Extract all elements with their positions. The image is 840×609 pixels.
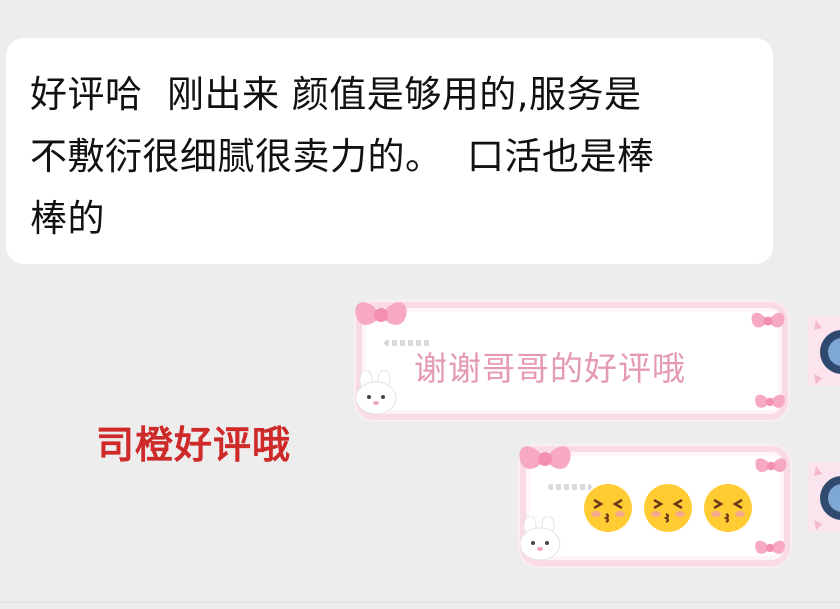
pink-bow-icon bbox=[755, 394, 785, 408]
avatar-image bbox=[808, 462, 840, 532]
pink-bow-icon bbox=[755, 458, 787, 473]
pink-bow-icon bbox=[751, 312, 785, 328]
bunny-icon bbox=[519, 516, 561, 561]
divider bbox=[0, 602, 840, 603]
pink-bow-icon bbox=[755, 540, 785, 554]
bunny-icon bbox=[355, 370, 397, 415]
pink-bow-icon bbox=[355, 302, 407, 325]
sender-avatar[interactable] bbox=[808, 316, 840, 386]
pearl-string-decoration bbox=[548, 484, 592, 490]
pearl-string-decoration bbox=[384, 340, 430, 346]
overlay-caption: 司橙好评哦 bbox=[96, 423, 292, 467]
avatar-image bbox=[808, 316, 840, 386]
incoming-message-bubble[interactable]: 好评哈 刚出来 颜值是够用的,服务是 不敷衍很细腻很卖力的。 口活也是棒 棒的 bbox=[6, 38, 773, 264]
kissing-face-emoji-icon bbox=[644, 484, 692, 532]
sender-avatar[interactable] bbox=[808, 462, 840, 532]
incoming-message-text: 好评哈 刚出来 颜值是够用的,服务是 不敷衍很细腻很卖力的。 口活也是棒 棒的 bbox=[30, 73, 655, 240]
kissing-face-emoji-icon bbox=[704, 484, 752, 532]
reply-sticker-text: 谢谢哥哥的好评哦 bbox=[414, 349, 686, 388]
pink-bow-icon bbox=[519, 446, 571, 469]
emoji-row bbox=[582, 482, 754, 534]
reply-sticker-bubble[interactable]: 谢谢哥哥的好评哦 bbox=[356, 302, 788, 420]
